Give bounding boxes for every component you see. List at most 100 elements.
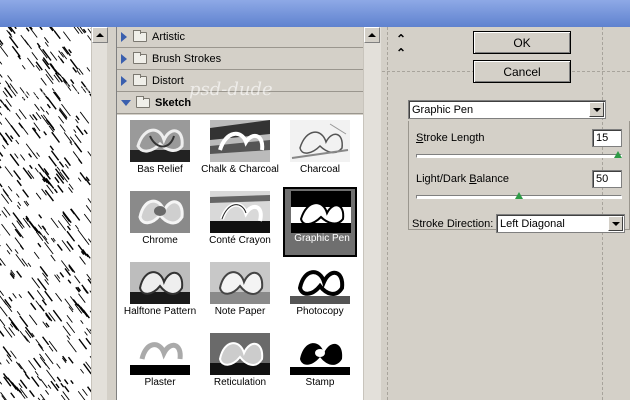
pen-stroke [0, 112, 3, 116]
thumb-halftone-pattern[interactable]: Halftone Pattern [124, 260, 196, 328]
category-brush-strokes[interactable]: Brush Strokes [117, 49, 363, 70]
thumb-chalk-charcoal[interactable]: Chalk & Charcoal [201, 118, 279, 186]
pen-stroke [45, 110, 50, 115]
pen-stroke [55, 292, 63, 302]
pen-stroke [14, 153, 19, 159]
thumbnail-image [130, 333, 190, 375]
pen-stroke [0, 151, 4, 157]
window-title-bar [0, 0, 630, 27]
dropdown-arrow-icon[interactable] [608, 216, 623, 231]
pen-stroke [24, 335, 31, 344]
stroke-direction-select[interactable]: Left Diagonal [496, 214, 625, 233]
category-label: Artistic [152, 31, 185, 43]
pen-stroke [46, 103, 51, 109]
pen-stroke [78, 338, 88, 350]
pen-stroke [83, 129, 88, 135]
pen-stroke [49, 63, 57, 74]
pen-stroke [66, 321, 76, 334]
pen-stroke [75, 115, 80, 121]
category-label: Brush Strokes [152, 53, 222, 65]
filter-select[interactable]: Graphic Pen [408, 100, 606, 119]
pen-stroke [59, 107, 68, 119]
thumb-stamp[interactable]: Stamp [285, 331, 355, 399]
thumb-note-paper[interactable]: Note Paper [205, 260, 275, 328]
pen-stroke [39, 27, 43, 31]
pen-stroke [0, 165, 2, 169]
scroll-up-button[interactable] [364, 27, 380, 43]
thumbnail-image [290, 333, 350, 375]
pen-stroke [77, 244, 87, 256]
thumb-plaster[interactable]: Plaster [125, 331, 195, 399]
pen-stroke [43, 37, 49, 44]
ok-button[interactable]: OK [473, 31, 571, 54]
pen-stroke [70, 208, 81, 221]
preview-scrollbar[interactable] [91, 27, 108, 400]
pen-stroke [37, 343, 44, 352]
stroke-length-slider[interactable] [416, 154, 622, 158]
pen-stroke [36, 290, 45, 301]
pen-stroke [45, 119, 56, 131]
thumbnail-image [130, 262, 190, 304]
pen-stroke [18, 122, 29, 135]
pen-stroke [12, 293, 17, 299]
pen-stroke [1, 210, 8, 218]
thumb-label: Graphic Pen [294, 233, 350, 244]
triangle-right-icon[interactable] [121, 54, 127, 64]
pen-stroke [48, 340, 58, 352]
category-artistic[interactable]: Artistic [117, 27, 363, 48]
preview-watermark: psd-dude [22, 81, 91, 101]
thumb-chrome[interactable]: Chrome [125, 189, 195, 257]
pen-stroke [22, 189, 30, 198]
pen-stroke [49, 51, 58, 61]
pen-stroke [42, 336, 50, 346]
thumb-label: Conté Crayon [209, 235, 271, 246]
pen-stroke [57, 220, 67, 231]
thumb-label: Bas Relief [137, 164, 183, 175]
pen-stroke [0, 182, 3, 188]
pen-stroke [57, 184, 64, 193]
pen-stroke [51, 131, 61, 143]
pen-stroke [34, 371, 39, 376]
balance-slider-knob[interactable] [515, 192, 523, 199]
scroll-up-button[interactable] [92, 27, 108, 43]
thumb-charcoal[interactable]: Charcoal [285, 118, 355, 186]
thumbnail-image [291, 191, 351, 233]
triangle-right-icon[interactable] [121, 76, 127, 86]
triangle-down-icon[interactable] [121, 100, 131, 106]
pen-stroke [14, 249, 19, 254]
stroke-length-input[interactable]: 15 [592, 129, 622, 147]
pen-stroke [40, 378, 48, 389]
thumbnail-image [210, 262, 270, 304]
thumb-graphic-pen[interactable]: Graphic Pen [283, 187, 357, 257]
pen-stroke [0, 213, 2, 216]
pen-stroke [10, 321, 18, 331]
pen-stroke [80, 320, 84, 324]
pen-stroke [74, 275, 81, 284]
thumb-label: Halftone Pattern [123, 306, 197, 317]
preview-canvas[interactable]: psd-dude [0, 27, 91, 400]
triangle-right-icon[interactable] [121, 32, 127, 42]
pen-stroke [74, 142, 83, 153]
pen-stroke [66, 335, 71, 340]
pen-stroke [40, 106, 45, 112]
thumb-bas-relief[interactable]: Bas Relief [125, 118, 195, 186]
thumb-conte-crayon[interactable]: Conté Crayon [205, 189, 275, 257]
browser-scrollbar[interactable] [363, 27, 381, 400]
pen-stroke [34, 103, 40, 111]
pen-stroke [72, 67, 78, 73]
stroke-length-slider-knob[interactable] [614, 151, 622, 158]
cancel-button[interactable]: Cancel [473, 60, 571, 83]
balance-input[interactable]: 50 [592, 170, 622, 188]
pen-stroke [35, 192, 42, 200]
pen-stroke [20, 154, 26, 161]
double-chevron-up-icon[interactable]: ⌃ ⌃ [396, 32, 406, 60]
pen-stroke [75, 118, 79, 124]
thumb-photocopy[interactable]: Photocopy [285, 260, 355, 328]
dropdown-arrow-icon[interactable] [589, 102, 604, 117]
thumb-label: Stamp [305, 377, 335, 388]
pen-stroke [64, 163, 69, 169]
thumb-reticulation[interactable]: Reticulation [205, 331, 275, 399]
pen-stroke [27, 57, 35, 68]
pen-stroke [56, 166, 61, 171]
pen-stroke [76, 70, 81, 76]
